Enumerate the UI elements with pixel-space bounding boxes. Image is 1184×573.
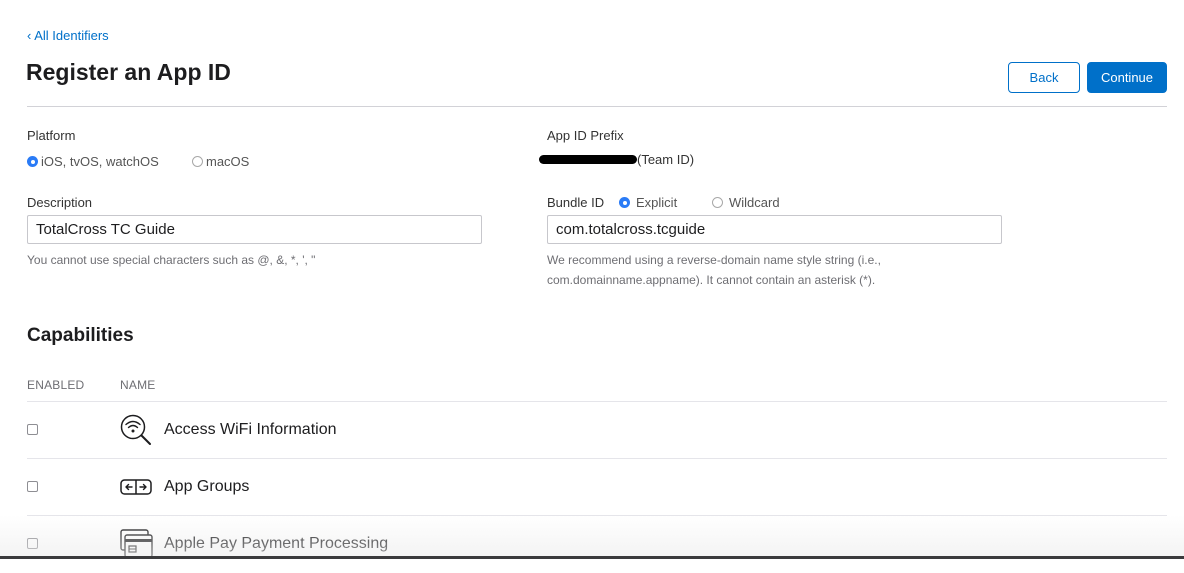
platform-option-ios[interactable]: iOS, tvOS, watchOS xyxy=(27,153,159,171)
name-column-header: NAME xyxy=(120,378,156,392)
team-id-value: (Team ID) xyxy=(539,151,694,167)
macos-radio-label: macOS xyxy=(206,154,250,170)
capabilities-title: Capabilities xyxy=(27,325,134,346)
platform-label: Platform xyxy=(27,128,76,143)
description-hint: You cannot use special characters such a… xyxy=(27,253,316,267)
capability-name: Apple Pay Payment Processing xyxy=(164,535,389,552)
capability-row: Apple Pay Payment Processing xyxy=(27,515,1167,573)
description-label: Description xyxy=(27,195,93,210)
app-id-prefix-label: App ID Prefix xyxy=(547,128,624,143)
wifi-search-icon xyxy=(120,414,151,445)
enabled-column-header: ENABLED xyxy=(27,378,85,392)
redacted-team-id xyxy=(539,155,637,165)
capability-name: Access WiFi Information xyxy=(164,421,337,438)
platform-option-macos[interactable]: macOS xyxy=(192,153,249,171)
bundle-id-hint-line1: We recommend using a reverse-domain name… xyxy=(547,253,881,267)
bundle-id-hint: We recommend using a reverse-domain name… xyxy=(547,250,881,290)
team-id-suffix: (Team ID) xyxy=(637,152,695,168)
bundle-option-explicit[interactable]: Explicit xyxy=(619,194,677,212)
ios-radio-label: iOS, tvOS, watchOS xyxy=(41,154,159,170)
capability-row: App Groups xyxy=(27,458,1167,516)
explicit-radio-label: Explicit xyxy=(636,195,678,211)
header-divider xyxy=(27,106,1167,107)
explicit-radio[interactable] xyxy=(619,197,630,209)
page-title: Register an App ID xyxy=(26,59,231,85)
wildcard-radio-label: Wildcard xyxy=(729,195,780,211)
ios-radio[interactable] xyxy=(27,156,38,168)
all-identifiers-link[interactable]: ‹ All Identifiers xyxy=(27,28,109,43)
continue-button[interactable]: Continue xyxy=(1087,62,1167,93)
capability-checkbox[interactable] xyxy=(27,538,38,549)
capability-checkbox[interactable] xyxy=(27,424,38,435)
capability-checkbox[interactable] xyxy=(27,481,38,492)
bundle-id-hint-line2: com.domainname.appname). It cannot conta… xyxy=(547,273,876,287)
wildcard-radio[interactable] xyxy=(712,197,723,209)
capability-name: App Groups xyxy=(164,478,250,495)
bundle-option-wildcard[interactable]: Wildcard xyxy=(712,194,780,212)
bundle-id-label: Bundle ID xyxy=(547,195,605,210)
macos-radio[interactable] xyxy=(192,156,203,168)
capability-row: Access WiFi Information xyxy=(27,401,1167,459)
app-groups-icon xyxy=(120,479,152,495)
description-input[interactable] xyxy=(27,215,482,244)
bundle-id-input[interactable] xyxy=(547,215,1002,244)
back-button[interactable]: Back xyxy=(1008,62,1080,93)
